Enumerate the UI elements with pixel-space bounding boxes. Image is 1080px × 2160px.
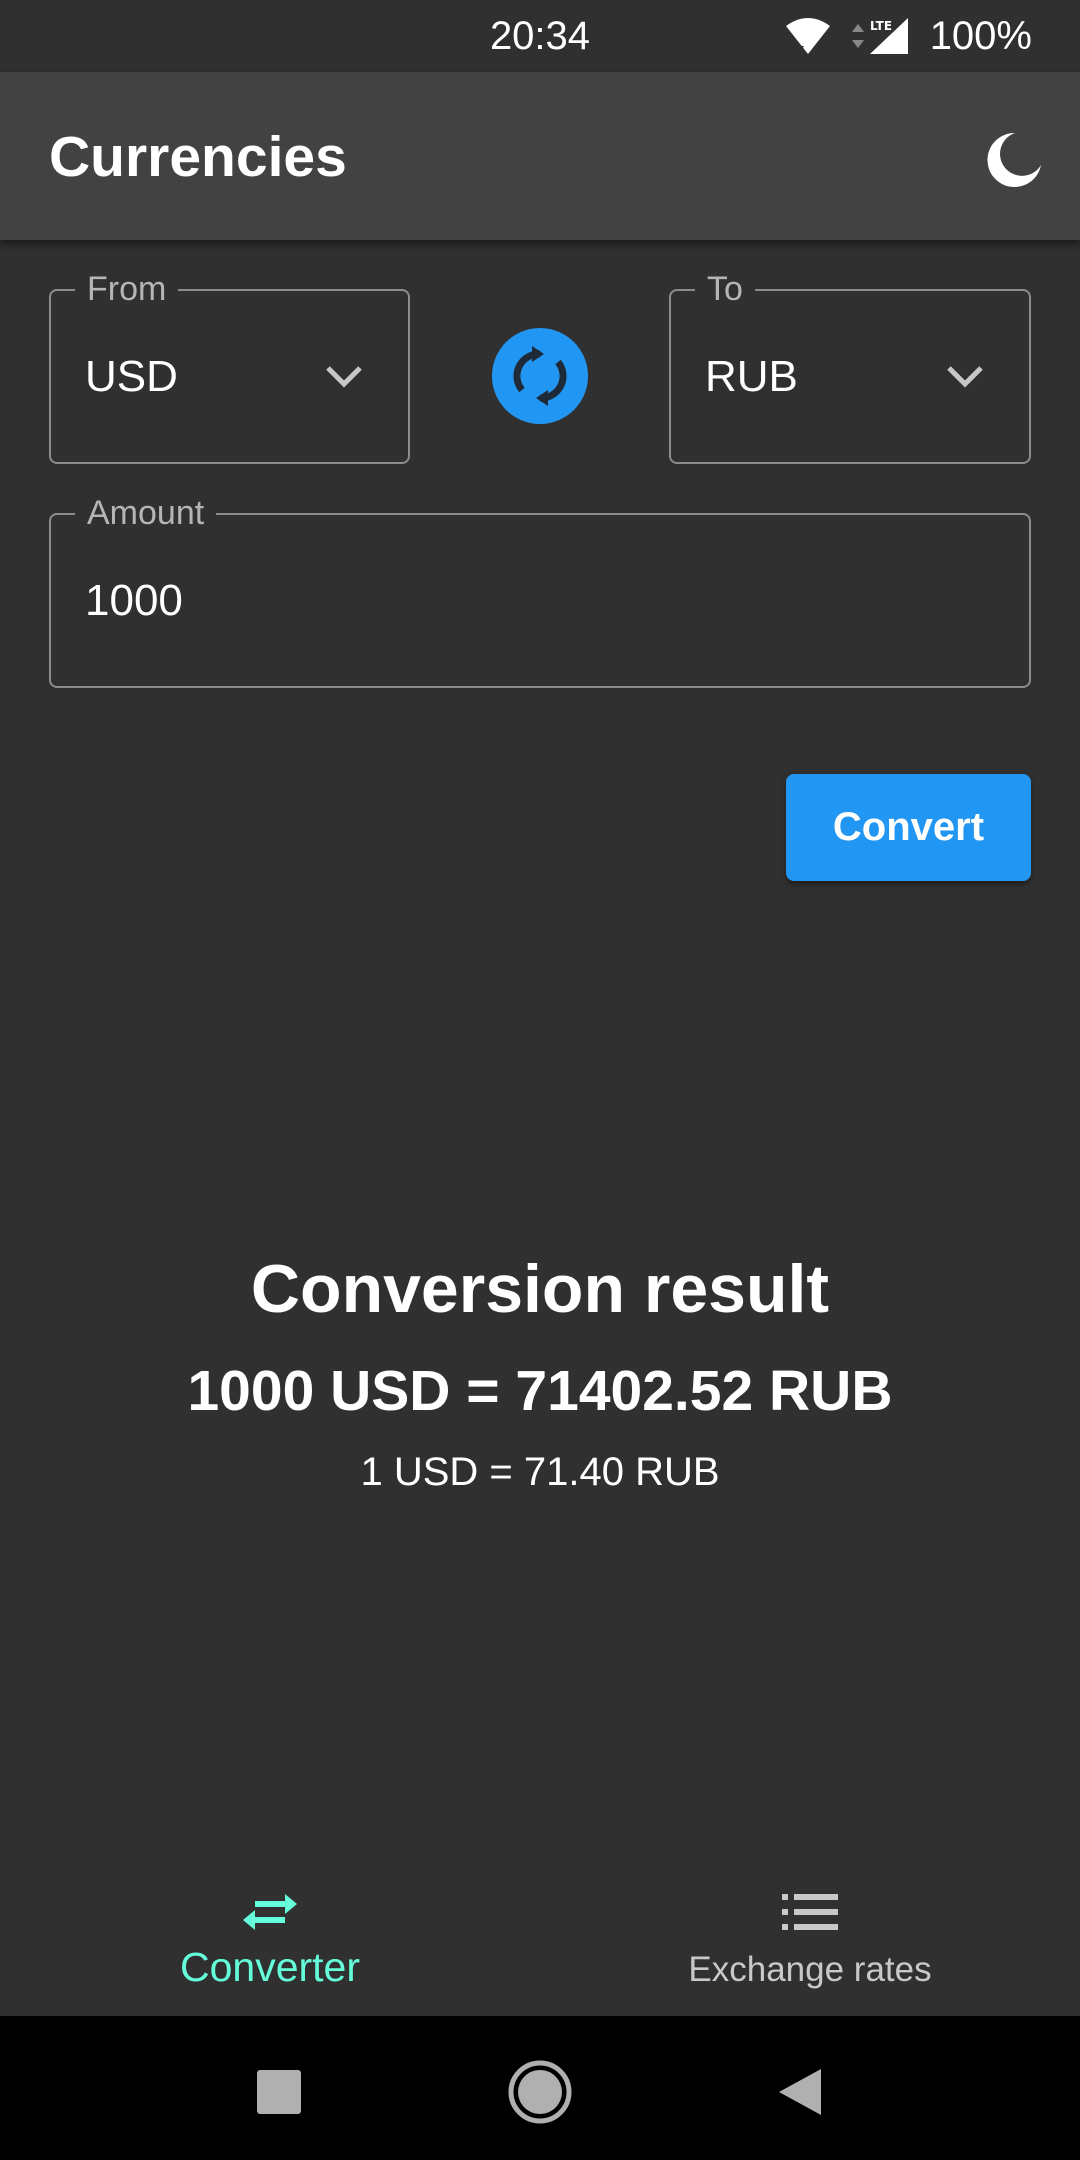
nav-item-converter[interactable]: Converter <box>0 1858 540 2016</box>
chevron-down-icon <box>326 365 362 388</box>
swap-arrows-icon <box>243 1894 297 1930</box>
result-rate: 1 USD = 71.40 RUB <box>360 1450 720 1494</box>
chevron-down-icon <box>947 365 983 388</box>
to-label: To <box>695 267 755 311</box>
system-navigation-bar <box>0 2016 1080 2160</box>
amount-input[interactable]: Amount 1000 <box>49 491 1031 688</box>
home-button[interactable] <box>500 2052 580 2132</box>
wifi-icon <box>785 18 830 54</box>
amount-value[interactable]: 1000 <box>85 576 183 626</box>
square-icon <box>257 2070 301 2114</box>
swap-currencies-button[interactable] <box>492 328 588 424</box>
circle-icon <box>508 2060 572 2124</box>
back-triangle-icon <box>779 2069 821 2115</box>
back-button[interactable] <box>760 2052 840 2132</box>
result-title: Conversion result <box>250 1251 830 1327</box>
result-main: 1000 USD = 71402.52 RUB <box>187 1359 893 1423</box>
app-title: Currencies <box>49 125 347 189</box>
moon-icon <box>987 132 1041 187</box>
from-value: USD <box>85 351 178 401</box>
lte-signal-icon: LTE <box>851 18 908 54</box>
nav-label-exchange-rates: Exchange rates <box>688 1950 932 1989</box>
svg-text:LTE: LTE <box>870 19 892 33</box>
bottom-navigation: Converter Exchange rates <box>0 1858 1080 2016</box>
status-icons: LTE 100% <box>784 14 1032 58</box>
list-icon <box>782 1894 838 1930</box>
amount-label: Amount <box>75 491 217 535</box>
recents-button[interactable] <box>239 2052 319 2132</box>
status-bar: 20:34 LTE 100% <box>0 0 1080 72</box>
sync-icon <box>513 346 567 406</box>
nav-item-exchange-rates[interactable]: Exchange rates <box>540 1858 1080 2016</box>
battery-level: 100% <box>929 13 1032 58</box>
to-value: RUB <box>705 351 798 401</box>
from-currency-select[interactable]: From USD <box>49 267 410 464</box>
convert-button[interactable]: Convert <box>786 774 1031 881</box>
theme-toggle-button[interactable] <box>978 124 1050 196</box>
nav-label-converter: Converter <box>179 1944 360 1990</box>
to-currency-select[interactable]: To RUB <box>669 267 1031 464</box>
app-bar: Currencies <box>0 72 1080 240</box>
from-label: From <box>75 267 179 311</box>
